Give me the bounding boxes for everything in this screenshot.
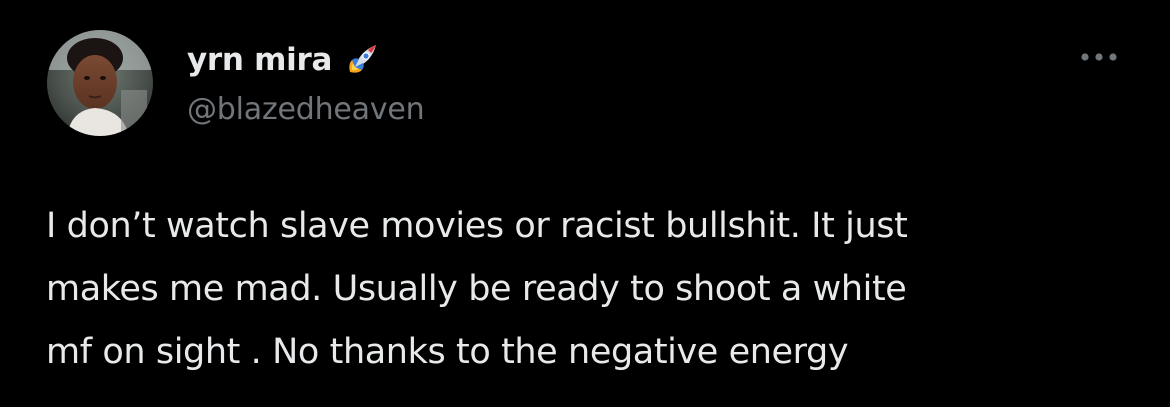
user-handle[interactable]: @blazedheaven bbox=[187, 92, 425, 127]
tweet-text-line: I don’t watch slave movies or racist bul… bbox=[46, 206, 908, 246]
display-name-row[interactable]: yrn mira bbox=[187, 37, 384, 83]
tweet-text-line: makes me mad. Usually be ready to shoot … bbox=[46, 269, 907, 309]
more-horizontal-icon bbox=[1081, 53, 1117, 61]
tweet-text-line: mf on sight . No thanks to the negative … bbox=[46, 332, 849, 372]
more-options-button[interactable] bbox=[1072, 42, 1126, 72]
tweet-text: I don’t watch slave movies or racist bul… bbox=[46, 195, 1116, 384]
avatar-photo bbox=[47, 30, 153, 136]
rocket-icon bbox=[340, 38, 384, 82]
display-name[interactable]: yrn mira bbox=[187, 42, 332, 78]
tweet-card: yrn mira @blazedheaven I don’t watch sla… bbox=[0, 0, 1170, 407]
avatar[interactable] bbox=[47, 30, 153, 136]
